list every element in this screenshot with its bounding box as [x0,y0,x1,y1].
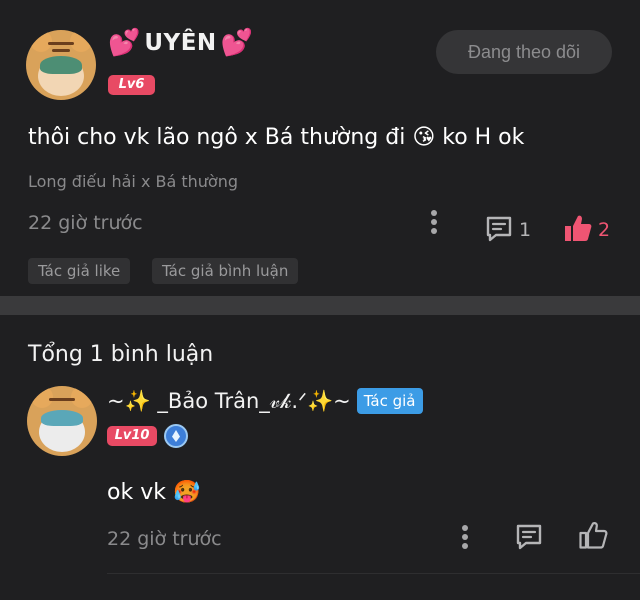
comment-icon[interactable] [485,216,513,242]
comments-total-header: Tổng 1 bình luận [28,342,214,367]
avatar-stripe [52,49,70,52]
comment-count: 1 [519,219,532,241]
comment-author-name[interactable]: ~✨ _Bảo Trân_𝓋𝓀.ᐟ✨~ [107,389,351,414]
comment-divider [107,573,640,574]
comment-author-avatar[interactable] [27,386,97,456]
reply-comment-icon[interactable] [515,524,543,550]
avatar-ear [30,30,52,52]
comment-author-row: ~✨ _Bảo Trân_𝓋𝓀.ᐟ✨~ Tác giả [107,388,423,414]
avatar-stripe [48,42,74,45]
post-author-row: 💕 UYÊN 💕 [108,30,253,56]
like-count: 2 [598,219,611,241]
post-author-name[interactable]: UYÊN [144,30,216,56]
post-card: 💕 UYÊN 💕 Lv6 Đang theo dõi thôi cho vk l… [0,8,640,296]
comment-level-badge: Lv10 [107,426,157,446]
avatar-hair [41,410,83,426]
heart-emoji-left: 💕 [108,28,141,58]
more-vertical-icon[interactable] [431,210,437,237]
follow-button[interactable]: Đang theo dõi [436,30,612,74]
comment-thumbs-up-icon[interactable] [578,520,608,550]
chip-author-commented: Tác giả bình luận [152,258,299,284]
section-divider [0,296,640,315]
post-tag[interactable]: Long điếu hải x Bá thường [28,172,238,191]
avatar-ear [71,386,93,408]
comment-text: ok vk 🥵 [107,480,201,505]
post-timestamp: 22 giờ trước [28,212,143,234]
author-badge: Tác giả [356,388,423,414]
heart-emoji-right: 💕 [220,28,254,58]
post-author-avatar[interactable] [26,30,96,100]
top-edge [0,0,640,8]
comment-timestamp: 22 giờ trước [107,528,222,550]
avatar-hair [40,56,82,74]
comment-more-vertical-icon[interactable] [462,525,468,552]
avatar-ear [70,30,92,52]
post-text: thôi cho vk lão ngô x Bá thường đi 😘 ko … [28,125,525,150]
avatar-stripe [49,398,75,401]
chip-author-liked: Tác giả like [28,258,131,284]
level-badge: Lv6 [108,75,155,95]
gem-badge-icon [164,424,188,448]
avatar-ear [31,386,53,408]
thumbs-up-icon[interactable] [563,213,593,243]
